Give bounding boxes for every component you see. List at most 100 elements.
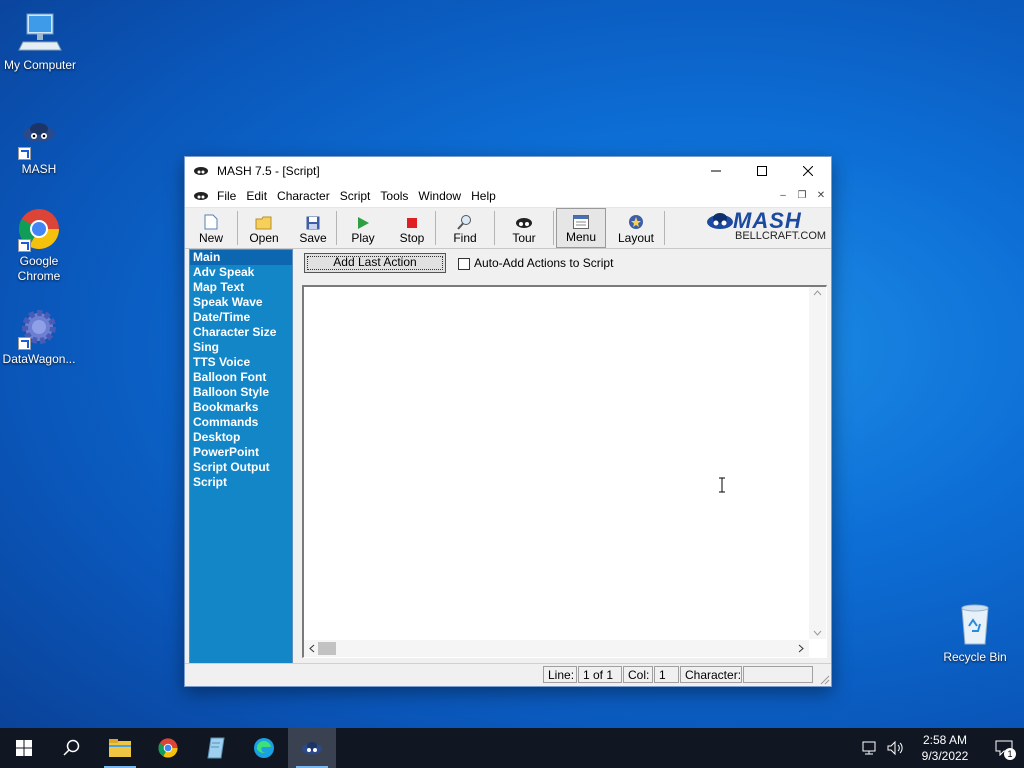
resize-grip-icon[interactable] <box>818 673 830 685</box>
menu-script[interactable]: Script <box>335 189 376 203</box>
horizontal-scrollbar[interactable] <box>304 640 809 657</box>
desktop-icon-chrome[interactable]: Google Chrome <box>0 206 79 284</box>
toolbar-separator <box>664 211 665 245</box>
window-title: MASH 7.5 - [Script] <box>217 164 320 178</box>
auto-add-checkbox[interactable] <box>458 258 470 270</box>
clock[interactable]: 2:58 AM 9/3/2022 <box>914 732 976 764</box>
sidebar-item-balloon-style[interactable]: Balloon Style <box>190 385 292 400</box>
sidebar-item-desktop[interactable]: Desktop <box>190 430 292 445</box>
search-icon <box>63 739 80 756</box>
desktop-icon-datawagon[interactable]: DataWagon... <box>0 304 79 367</box>
new-label: New <box>198 231 223 245</box>
shortcut-arrow-icon <box>18 239 31 252</box>
computer-icon <box>17 10 63 56</box>
sidebar-item-bookmarks[interactable]: Bookmarks <box>190 400 292 415</box>
shortcut-arrow-icon <box>18 147 31 160</box>
tour-label: Tour <box>512 231 536 245</box>
save-button[interactable]: Save <box>290 208 336 248</box>
system-tray: 2:58 AM 9/3/2022 1 <box>862 728 1024 768</box>
sidebar-item-character-size[interactable]: Character Size <box>190 325 292 340</box>
desktop-icon-my-computer[interactable]: My Computer <box>0 10 80 73</box>
play-button[interactable]: Play <box>337 208 389 248</box>
mdi-child-icon[interactable] <box>193 189 209 203</box>
sidebar-item-map-text[interactable]: Map Text <box>190 280 292 295</box>
desktop-icon-label: Google Chrome <box>17 254 61 283</box>
col-value: 1 <box>654 666 679 683</box>
volume-icon[interactable] <box>886 740 904 756</box>
character-value <box>743 666 813 683</box>
sidebar-item-main[interactable]: Main <box>190 250 292 265</box>
script-panel: Add Last Action Auto-Add Actions to Scri… <box>298 249 828 662</box>
menu-window[interactable]: Window <box>413 189 466 203</box>
logo-subtext: BELLCRAFT.COM <box>735 230 827 242</box>
script-editor[interactable] <box>302 285 827 658</box>
sidebar-item-adv-speak[interactable]: Adv Speak <box>190 265 292 280</box>
sidebar-item-powerpoint[interactable]: PowerPoint <box>190 445 292 460</box>
menu-file[interactable]: File <box>212 189 241 203</box>
clock-date: 9/3/2022 <box>921 749 969 763</box>
sidebar-item-script[interactable]: Script <box>190 475 292 490</box>
horizontal-scroll-thumb[interactable] <box>318 642 336 655</box>
floppy-disk-icon <box>306 216 320 230</box>
sidebar-item-date-time[interactable]: Date/Time <box>190 310 292 325</box>
maximize-icon <box>757 166 767 176</box>
toolbar-separator <box>553 211 554 245</box>
open-button[interactable]: Open <box>238 208 290 248</box>
auto-add-label: Auto-Add Actions to Script <box>474 256 614 270</box>
scroll-down-icon <box>813 630 822 636</box>
mdi-restore-button[interactable]: ❐ <box>794 189 810 203</box>
sidebar-item-script-output[interactable]: Script Output <box>190 460 292 475</box>
desktop-icon-label: Recycle Bin <box>943 650 1007 664</box>
chrome-icon <box>16 206 62 252</box>
vertical-scrollbar[interactable] <box>809 287 826 639</box>
windows-logo-icon <box>16 740 32 756</box>
folder-icon <box>109 739 131 757</box>
sidebar-item-sing[interactable]: Sing <box>190 340 292 355</box>
menu-bar: File Edit Character Script Tools Window … <box>185 185 831 208</box>
menu-character[interactable]: Character <box>272 189 335 203</box>
play-label: Play <box>351 231 375 245</box>
taskbar-chrome[interactable] <box>144 728 192 768</box>
title-bar[interactable]: MASH 7.5 - [Script] <box>185 157 831 185</box>
desktop-icon-label: My Computer <box>3 58 77 72</box>
menu-help[interactable]: Help <box>466 189 501 203</box>
search-button[interactable] <box>48 728 96 768</box>
sidebar-item-commands[interactable]: Commands <box>190 415 292 430</box>
taskbar-mash[interactable] <box>288 728 336 768</box>
tour-button[interactable]: Tour <box>495 208 553 248</box>
taskbar: 2:58 AM 9/3/2022 1 <box>0 728 1024 768</box>
scroll-up-icon <box>813 290 822 296</box>
play-icon <box>358 217 369 229</box>
minimize-button[interactable] <box>693 157 739 185</box>
character-label: Character: <box>680 666 742 683</box>
mdi-close-button[interactable]: ✕ <box>813 189 829 203</box>
mdi-minimize-button[interactable]: – <box>775 189 791 203</box>
chrome-icon <box>158 738 178 758</box>
sidebar-item-speak-wave[interactable]: Speak Wave <box>190 295 292 310</box>
layout-icon <box>629 215 643 229</box>
menu-button[interactable]: Menu <box>556 208 606 248</box>
find-button[interactable]: Find <box>436 208 494 248</box>
taskbar-notepad[interactable] <box>192 728 240 768</box>
network-icon[interactable] <box>862 740 880 756</box>
notification-button[interactable]: 1 <box>984 728 1024 768</box>
desktop-icon-recycle-bin[interactable]: Recycle Bin <box>935 602 1015 665</box>
menu-edit[interactable]: Edit <box>241 189 272 203</box>
mash-logo-icon <box>707 213 733 229</box>
desktop-icon-mash[interactable]: MASH <box>0 114 79 177</box>
new-button[interactable]: New <box>185 208 237 248</box>
maximize-button[interactable] <box>739 157 785 185</box>
sidebar-item-tts-voice[interactable]: TTS Voice <box>190 355 292 370</box>
stop-button[interactable]: Stop <box>389 208 435 248</box>
clock-time: 2:58 AM <box>922 733 968 747</box>
sidebar-item-balloon-font[interactable]: Balloon Font <box>190 370 292 385</box>
menu-label: Menu <box>565 230 597 244</box>
layout-button[interactable]: Layout <box>608 208 664 248</box>
start-button[interactable] <box>0 728 48 768</box>
edge-icon <box>254 738 274 758</box>
close-button[interactable] <box>785 157 831 185</box>
add-last-action-button[interactable]: Add Last Action <box>304 253 446 273</box>
menu-tools[interactable]: Tools <box>375 189 413 203</box>
taskbar-file-explorer[interactable] <box>96 728 144 768</box>
taskbar-edge[interactable] <box>240 728 288 768</box>
